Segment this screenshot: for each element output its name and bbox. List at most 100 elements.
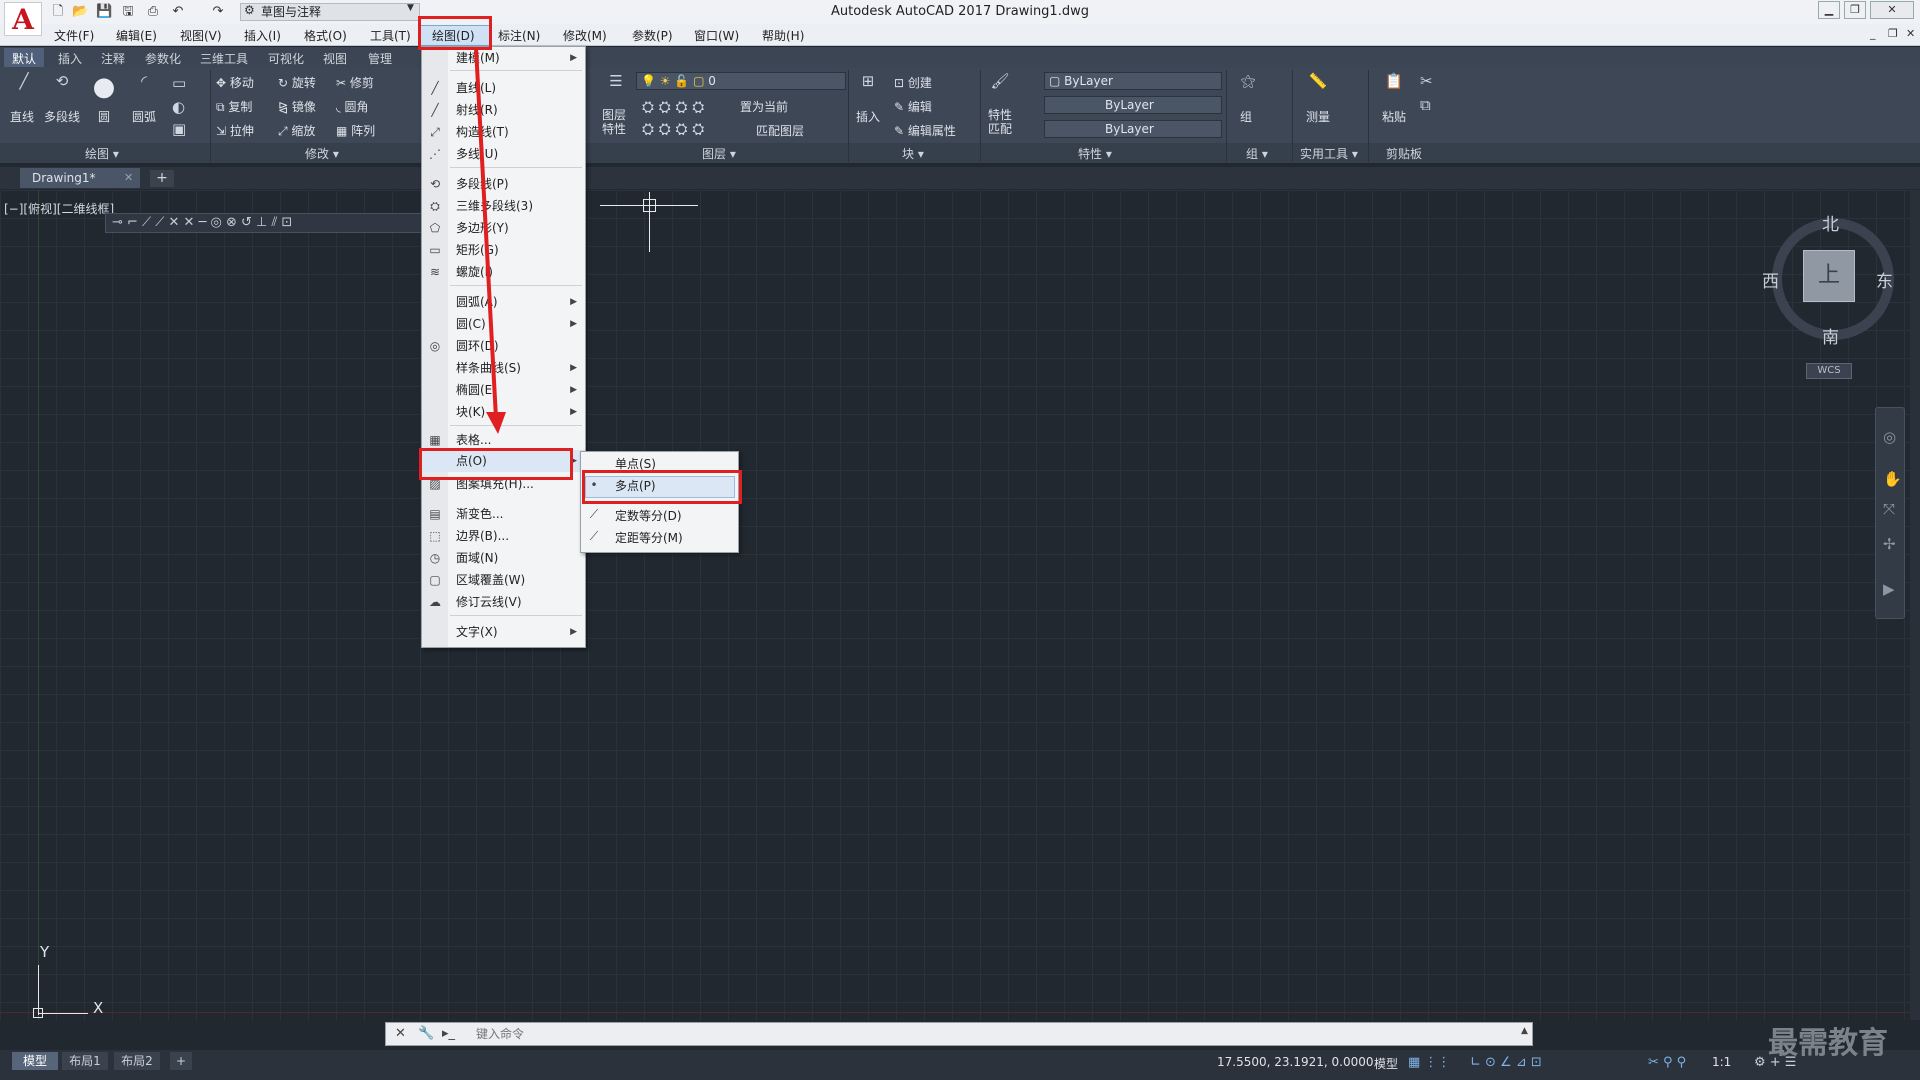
set-current-layer[interactable]: 置为当前 xyxy=(740,98,788,115)
viewcube-east[interactable]: 东 xyxy=(1876,267,1893,292)
application-menu-button[interactable]: A xyxy=(4,2,42,36)
viewcube-north[interactable]: 北 xyxy=(1822,210,1839,235)
polyline-tool-icon[interactable]: ⟲ xyxy=(46,72,78,104)
menu-item-ray[interactable]: 射线(R) xyxy=(456,101,498,119)
menu-item-arc[interactable]: 圆弧(A) xyxy=(456,293,498,311)
model-space-toggle[interactable]: 模型 xyxy=(1374,1055,1398,1072)
menu-item-gradient[interactable]: 渐变色... xyxy=(456,505,503,523)
minimize-button[interactable]: ▁ xyxy=(1818,1,1840,19)
command-prompt-icon[interactable]: ▸_ xyxy=(442,1026,455,1041)
edit-block[interactable]: ✎ 编辑 xyxy=(894,98,932,115)
viewcube-top-face[interactable]: 上 xyxy=(1803,250,1855,302)
stretch-tool[interactable]: ⇲ 拉伸 xyxy=(216,122,254,139)
menu-item-spline[interactable]: 样条曲线(S) xyxy=(456,359,521,377)
menu-item-mline[interactable]: 多线(U) xyxy=(456,145,498,163)
layout-tab-model[interactable]: 模型 xyxy=(12,1052,58,1070)
region-tool-icon[interactable]: ▣ xyxy=(172,120,186,138)
menu-item-polygon[interactable]: 多边形(Y) xyxy=(456,219,509,237)
layer-properties-icon[interactable]: ☰ xyxy=(600,72,632,104)
circle-tool-icon[interactable]: ● xyxy=(88,72,120,104)
pan-icon[interactable]: ✋ xyxy=(1883,470,1902,488)
add-layout-button[interactable]: + xyxy=(170,1052,192,1070)
restore-button[interactable]: ❐ xyxy=(1844,1,1866,19)
color-dropdown[interactable]: ▢ ByLayer xyxy=(1044,72,1222,90)
panel-utilities-label[interactable]: 实用工具 ▾ xyxy=(1300,145,1358,162)
coordinates-readout[interactable]: 17.5500, 23.1921, 0.0000 xyxy=(1217,1055,1374,1069)
menu-item-donut[interactable]: 圆环(D) xyxy=(456,337,499,355)
menu-insert[interactable]: 插入(I) xyxy=(244,27,281,44)
scale-tool[interactable]: ⤢ 缩放 xyxy=(278,122,315,139)
doc-minimize-icon[interactable]: _ xyxy=(1870,27,1876,40)
submenu-divide[interactable]: 定数等分(D) xyxy=(615,507,682,525)
ortho-icon[interactable]: ∟ ⊙ ∠ ⊿ ⊡ xyxy=(1470,1055,1542,1070)
menu-item-region[interactable]: 面域(N) xyxy=(456,549,498,567)
menu-item-text[interactable]: 文字(X) xyxy=(456,623,498,641)
viewcube-south[interactable]: 南 xyxy=(1822,323,1839,348)
chevron-up-icon[interactable]: ▲ xyxy=(1521,1026,1528,1036)
menu-item-xline[interactable]: 构造线(T) xyxy=(456,123,509,141)
right-scrollbar[interactable] xyxy=(1910,190,1920,1020)
menu-parametric[interactable]: 参数(P) xyxy=(632,27,673,44)
lineweight-dropdown[interactable]: ByLayer xyxy=(1044,120,1222,138)
panel-block-label[interactable]: 块 ▾ xyxy=(902,145,924,162)
ribbon-tab-parametric[interactable]: 参数化 xyxy=(145,50,181,67)
wrench-icon[interactable]: 🔧 xyxy=(418,1026,434,1041)
paste-icon[interactable]: 📋 xyxy=(1378,72,1410,104)
menu-item-rectangle[interactable]: 矩形(G) xyxy=(456,241,499,259)
doc-restore-icon[interactable]: ❐ xyxy=(1888,27,1898,40)
ribbon-tab-visualize[interactable]: 可视化 xyxy=(268,50,304,67)
match-layer[interactable]: 匹配图层 xyxy=(756,122,804,139)
drawing-tab[interactable]: Drawing1* xyxy=(20,168,140,188)
menu-item-polyline[interactable]: 多段线(P) xyxy=(456,175,509,193)
menu-item-line[interactable]: 直线(L) xyxy=(456,79,496,97)
menu-tools[interactable]: 工具(T) xyxy=(370,27,411,44)
wcs-menu[interactable]: WCS xyxy=(1806,363,1852,379)
grid-icon[interactable]: ▦ ⋮⋮ xyxy=(1408,1055,1450,1070)
close-icon[interactable]: ✕ xyxy=(395,1026,406,1041)
trim-tool[interactable]: ✂ 修剪 xyxy=(336,74,374,91)
close-window-button[interactable]: ✕ xyxy=(1870,1,1914,19)
ribbon-tab-3d-tools[interactable]: 三维工具 xyxy=(200,50,248,67)
steering-wheel-icon[interactable]: ◎ xyxy=(1883,428,1896,446)
panel-properties-label[interactable]: 特性 ▾ xyxy=(1078,145,1112,162)
annotation-scale[interactable]: 1:1 xyxy=(1712,1055,1731,1069)
line-tool-icon[interactable]: ╱ xyxy=(8,72,40,104)
mirror-tool[interactable]: ⧎ 镜像 xyxy=(278,98,316,115)
ribbon-tab-home[interactable]: 默认 xyxy=(12,50,36,67)
match-properties-icon[interactable]: 🖌 xyxy=(984,72,1016,104)
array-tool[interactable]: ▦ 阵列 xyxy=(336,122,375,139)
arc-tool-icon[interactable]: ◜ xyxy=(128,72,160,104)
hatch-tool-icon[interactable]: ◐ xyxy=(172,98,185,116)
showmotion-icon[interactable]: ▶ xyxy=(1883,580,1895,598)
drawing-canvas[interactable] xyxy=(0,190,1910,1020)
layer-dropdown[interactable]: 💡 ☀ 🔓 ▢ 0 xyxy=(636,72,846,90)
menu-format[interactable]: 格式(O) xyxy=(304,27,347,44)
panel-draw-label[interactable]: 绘图 ▾ xyxy=(85,145,119,162)
panel-modify-label[interactable]: 修改 ▾ xyxy=(305,145,339,162)
new-tab-button[interactable]: + xyxy=(150,170,174,187)
viewport-controls[interactable]: [−][俯视][二维线框] xyxy=(4,200,114,217)
command-input[interactable] xyxy=(476,1027,1516,1041)
menu-item-table[interactable]: 表格... xyxy=(456,431,491,449)
menu-item-block[interactable]: 块(K) xyxy=(456,403,485,421)
viewcube-west[interactable]: 西 xyxy=(1762,267,1779,292)
move-tool[interactable]: ✥ 移动 xyxy=(216,74,254,91)
layout-tab-2[interactable]: 布局2 xyxy=(114,1052,160,1070)
menu-item-circle[interactable]: 圆(C) xyxy=(456,315,486,333)
menu-item-3dpoly[interactable]: 三维多段线(3) xyxy=(456,197,533,215)
insert-block-icon[interactable]: ⊞ xyxy=(852,72,884,104)
menu-item-revcloud[interactable]: 修订云线(V) xyxy=(456,593,522,611)
menu-edit[interactable]: 编辑(E) xyxy=(116,27,157,44)
menu-modify[interactable]: 修改(M) xyxy=(563,27,607,44)
layer-tools-2-icon[interactable]: ⛭ ⛭ ⛭ ⛭ xyxy=(642,120,704,138)
copy-clip-icon[interactable]: ⧉ xyxy=(1420,96,1431,114)
orbit-icon[interactable]: ✢ xyxy=(1883,535,1896,553)
menu-window[interactable]: 窗口(W) xyxy=(694,27,739,44)
menu-view[interactable]: 视图(V) xyxy=(180,27,222,44)
menu-item-helix[interactable]: 螺旋(I) xyxy=(456,263,493,281)
rotate-tool[interactable]: ↻ 旋转 xyxy=(278,74,316,91)
menu-item-boundary[interactable]: 边界(B)... xyxy=(456,527,509,545)
copy-tool[interactable]: ⧉ 复制 xyxy=(216,98,252,115)
layer-tools-icon[interactable]: ⛭ ⛭ ⛭ ⛭ xyxy=(642,98,704,116)
panel-group-label[interactable]: 组 ▾ xyxy=(1246,145,1268,162)
